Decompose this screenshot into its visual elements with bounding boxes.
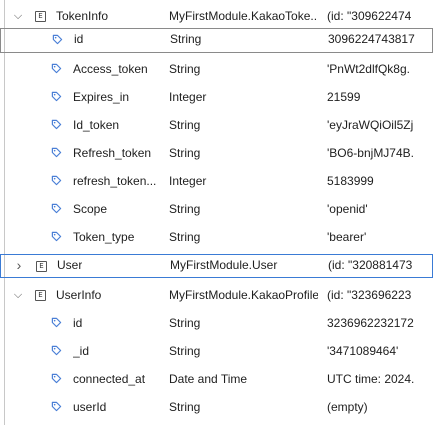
- variable-type: String: [169, 230, 201, 244]
- variable-value: 'bearer': [327, 230, 367, 244]
- tree-row-tokeninfo[interactable]: ⌵ E TokenInfo MyFirstModule.KakaoToke...…: [0, 4, 433, 28]
- attribute-tag-icon: [51, 317, 62, 328]
- variable-type: MyFirstModule.KakaoToke...: [169, 9, 318, 23]
- tree-row-scope[interactable]: Scope String 'openid': [0, 197, 433, 221]
- variable-value: 5183999: [327, 174, 374, 188]
- variable-name: Token_type: [73, 230, 135, 244]
- variable-value: UTC time: 2024.: [327, 372, 415, 386]
- variable-type: String: [169, 316, 201, 330]
- attribute-tag-icon: [51, 401, 62, 412]
- variable-name: Expires_in: [73, 90, 130, 104]
- variable-value: (id: "320881473: [328, 258, 413, 272]
- chevron-down-icon[interactable]: ⌵: [13, 283, 23, 307]
- variable-value: 3236962232172: [327, 316, 414, 330]
- debugger-variables-tree: ⌵ E TokenInfo MyFirstModule.KakaoToke...…: [0, 0, 433, 425]
- variable-value: 'BO6-bnjMJ74B.: [327, 146, 414, 160]
- variable-name: userId: [73, 400, 107, 414]
- variable-name: UserInfo: [56, 288, 102, 302]
- variable-value: (empty): [327, 400, 368, 414]
- variable-value: 21599: [327, 90, 361, 104]
- variable-type: String: [170, 32, 202, 46]
- variable-value: (id: "309622474: [327, 9, 412, 23]
- variable-value: 'PnWt2dlfQk8g.: [327, 62, 410, 76]
- variable-value: 'eyJraWQiOil5Zj: [327, 118, 414, 132]
- attribute-tag-icon: [51, 203, 62, 214]
- tree-row-token-type[interactable]: Token_type String 'bearer': [0, 225, 433, 249]
- tree-row-refresh-token-expires[interactable]: refresh_token... Integer 5183999: [0, 169, 433, 193]
- variable-name: Id_token: [73, 118, 120, 132]
- variable-name: User: [57, 258, 83, 272]
- variable-name: Scope: [73, 202, 108, 216]
- variable-type: String: [169, 344, 201, 358]
- variable-type: Integer: [169, 174, 207, 188]
- chevron-right-icon[interactable]: ›: [14, 254, 24, 278]
- variable-type: String: [169, 62, 201, 76]
- variable-value: 3096224743817: [328, 32, 415, 46]
- entity-icon: E: [35, 11, 46, 22]
- tree-row-connected-at[interactable]: connected_at Date and Time UTC time: 202…: [0, 367, 433, 391]
- variable-type: String: [169, 400, 201, 414]
- variable-name: refresh_token...: [73, 174, 157, 188]
- variable-name: id: [74, 32, 84, 46]
- tree-row-userinfo-id[interactable]: id String 3236962232172: [0, 311, 433, 335]
- variable-name: connected_at: [73, 372, 146, 386]
- attribute-tag-icon: [51, 63, 62, 74]
- variable-type: String: [169, 146, 201, 160]
- tree-row-user[interactable]: › E User MyFirstModule.User (id: "320881…: [0, 254, 433, 278]
- tree-row-access-token[interactable]: Access_token String 'PnWt2dlfQk8g.: [0, 57, 433, 81]
- attribute-tag-icon: [51, 175, 62, 186]
- variable-type: String: [169, 118, 201, 132]
- tree-row-expires-in[interactable]: Expires_in Integer 21599: [0, 85, 433, 109]
- variable-type: String: [169, 202, 201, 216]
- variable-name: _id: [73, 344, 90, 358]
- variable-name: Access_token: [73, 62, 148, 76]
- tree-row-underscore-id[interactable]: _id String '3471089464': [0, 339, 433, 363]
- attribute-tag-icon: [51, 231, 62, 242]
- attribute-tag-icon: [51, 147, 62, 158]
- tree-row-userinfo[interactable]: ⌵ E UserInfo MyFirstModule.KakaoProfile …: [0, 283, 433, 307]
- attribute-tag-icon: [51, 345, 62, 356]
- variable-value: 'openid': [327, 202, 368, 216]
- entity-icon: E: [36, 261, 47, 272]
- tree-row-id[interactable]: id String 3096224743817: [0, 28, 433, 53]
- variable-name: Refresh_token: [73, 146, 152, 160]
- variable-type: MyFirstModule.User: [170, 258, 278, 272]
- variable-value: (id: "323696223: [327, 288, 412, 302]
- attribute-tag-icon: [52, 34, 63, 45]
- variable-value: '3471089464': [327, 344, 399, 358]
- variable-type: Integer: [169, 90, 207, 104]
- entity-icon: E: [35, 290, 46, 301]
- variable-type: Date and Time: [169, 372, 248, 386]
- attribute-tag-icon: [51, 91, 62, 102]
- chevron-down-icon[interactable]: ⌵: [13, 4, 23, 28]
- tree-row-id-token[interactable]: Id_token String 'eyJraWQiOil5Zj: [0, 113, 433, 137]
- attribute-tag-icon: [51, 373, 62, 384]
- tree-row-refresh-token[interactable]: Refresh_token String 'BO6-bnjMJ74B.: [0, 141, 433, 165]
- variable-type: MyFirstModule.KakaoProfile: [169, 288, 318, 302]
- variable-name: id: [73, 316, 83, 330]
- tree-row-userid[interactable]: userId String (empty): [0, 395, 433, 419]
- variable-name: TokenInfo: [56, 9, 109, 23]
- attribute-tag-icon: [51, 119, 62, 130]
